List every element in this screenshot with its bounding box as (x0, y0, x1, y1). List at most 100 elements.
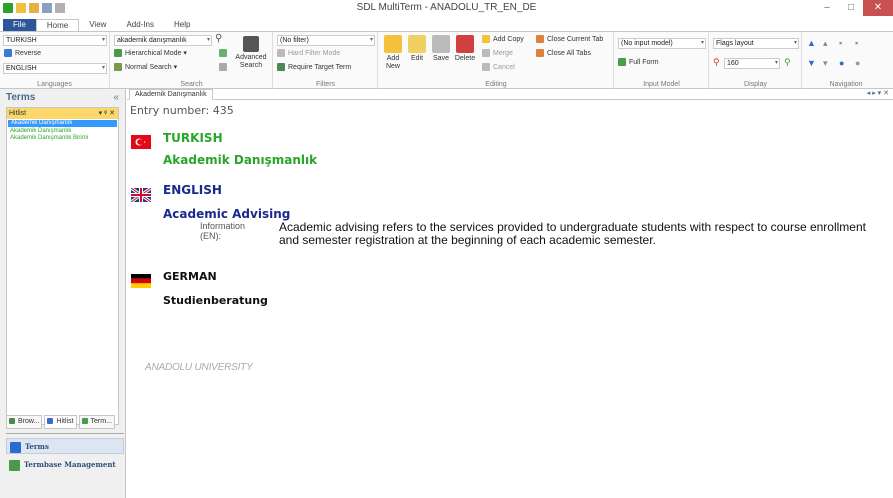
require-icon (277, 63, 285, 72)
nav-terms-label: Terms (25, 442, 49, 451)
hierarchical-mode-label: Hierarchical Mode (125, 50, 182, 57)
delete-label: Delete (454, 55, 476, 62)
title-bar: SDL MultiTerm - ANADOLU_TR_EN_DE – □ ✕ (0, 0, 893, 18)
close-all-tabs-button[interactable]: Close All Tabs (536, 49, 591, 59)
nav-terms[interactable]: Terms (6, 438, 124, 454)
zoom-select[interactable]: 160 ▾ (724, 58, 780, 69)
search-input[interactable]: akademik danışmanlık ▾ (114, 35, 212, 46)
advanced-search-button[interactable]: Advanced Search (233, 36, 269, 70)
back-icon[interactable]: ● (839, 58, 844, 68)
full-form-button[interactable]: Full Form (618, 58, 659, 68)
close-current-tab-button[interactable]: Close Current Tab (536, 35, 603, 45)
cancel-label: Cancel (493, 64, 515, 71)
terms-icon (10, 442, 21, 453)
tab-strip-line (127, 99, 893, 100)
tab-browse[interactable]: Brow... (6, 415, 43, 429)
close-current-label: Close Current Tab (547, 36, 604, 43)
chevron-down-icon: ▾ (774, 60, 778, 66)
search-group: akademik danışmanlık ▾ ⚲ Hierarchical Mod… (111, 32, 273, 89)
target-language-select[interactable]: ENGLISH ▾ (3, 63, 107, 74)
wildcard-icon[interactable] (219, 49, 230, 59)
add-new-label: Add New (385, 55, 400, 70)
term-turkish: Akademik Danışmanlık (163, 153, 318, 167)
chevron-down-icon: ▾ (793, 40, 797, 46)
filter-select[interactable]: (No filter) ▾ (277, 35, 375, 46)
source-language-value: TURKISH (6, 37, 37, 44)
entry-tab[interactable]: Akademik Danışmanlık (129, 89, 213, 100)
merge-button[interactable]: Merge (482, 49, 513, 59)
close-tab-icon (536, 35, 544, 44)
filter-value: (No filter) (280, 37, 309, 44)
window-title: SDL MultiTerm - ANADOLU_TR_EN_DE (356, 2, 537, 13)
zoom-icon: ⚲ (713, 57, 720, 67)
edit-icon (408, 35, 426, 53)
search-group-label: Search (180, 81, 203, 88)
fuzzy-icon[interactable] (219, 63, 230, 73)
hitlist-controls[interactable]: ▾ ᵠ ✕ (99, 108, 115, 119)
close-button[interactable]: ✕ (863, 0, 893, 16)
add-copy-button[interactable]: Add Copy (482, 35, 524, 45)
maximize-button[interactable]: □ (839, 0, 863, 16)
list-item[interactable]: Akademik Danışmanlık Birimi (7, 135, 118, 142)
zoom-value: 160 (727, 60, 739, 67)
tab-navigation[interactable]: ◂ ▸ ▾ ✕ (867, 89, 889, 97)
first-entry-icon[interactable]: ▲ (807, 38, 816, 48)
entry-number: Entry number: 435 (130, 104, 234, 117)
normal-search-button[interactable]: Normal Search ▾ (114, 63, 177, 73)
language-german: GERMAN (163, 270, 217, 283)
previous-entry-icon[interactable]: ▴ (823, 38, 828, 48)
term-german: Studienberatung (163, 294, 268, 307)
layout-value: Flags layout (716, 40, 754, 47)
edit-label: Edit (410, 55, 424, 62)
term-icon (81, 418, 88, 425)
nav-termbase-management[interactable]: Termbase Management (6, 457, 124, 473)
forward-icon[interactable]: ● (855, 58, 860, 68)
collapse-icon[interactable]: « (113, 92, 119, 103)
chevron-down-icon: ▾ (101, 37, 105, 43)
last-entry-icon[interactable]: ▼ (807, 58, 816, 68)
language-turkish: TURKISH (163, 131, 223, 145)
close-all-label: Close All Tabs (547, 50, 591, 57)
chevron-down-icon: ▾ (206, 37, 210, 43)
reverse-button[interactable]: Reverse (4, 49, 41, 59)
require-target-label: Require Target Term (288, 64, 352, 71)
termbase-icon (9, 460, 20, 471)
next-entry-icon[interactable]: ▾ (823, 58, 828, 68)
list-item[interactable]: Akademik Danışmanlık (8, 120, 117, 127)
add-new-button[interactable]: Add New (382, 35, 404, 71)
merge-label: Merge (493, 50, 513, 57)
full-form-label: Full Form (629, 59, 659, 66)
footer-watermark: ANADOLU UNIVERSITY (145, 362, 253, 373)
hierarchical-mode-button[interactable]: Hierarchical Mode ▾ (114, 49, 187, 59)
delete-button[interactable]: Delete (454, 35, 476, 63)
minimize-button[interactable]: – (815, 0, 839, 16)
require-target-term-button[interactable]: Require Target Term (277, 63, 351, 73)
list-item[interactable]: Akademik Danışmanlık (7, 128, 118, 135)
left-panel-tabs: Brow... Hitlist Term... (6, 415, 124, 429)
full-form-icon (618, 58, 626, 67)
advanced-search-label: Advanced Search (235, 54, 267, 69)
tab-hitlist[interactable]: Hitlist (44, 415, 77, 429)
ribbon-tabs: File Home View Add-Ins Help (0, 18, 893, 32)
language-english: ENGLISH (163, 183, 222, 197)
splitter[interactable] (6, 433, 124, 434)
cancel-button[interactable]: Cancel (482, 63, 515, 73)
zoom-in-icon[interactable]: ⚲ (784, 57, 791, 67)
edit-button[interactable]: Edit (406, 35, 428, 63)
sync-icon[interactable]: ▪ (855, 38, 858, 48)
save-button[interactable]: Save (430, 35, 452, 63)
terms-panel-title-text: Terms (6, 92, 36, 103)
navigation-group-label: Navigation (829, 81, 863, 88)
layout-select[interactable]: Flags layout ▾ (713, 38, 799, 49)
languages-group-label: Languages (37, 81, 72, 88)
hard-filter-mode-button[interactable]: Hard Filter Mode (277, 49, 340, 59)
input-model-select[interactable]: (No input model) ▾ (618, 38, 706, 49)
tab-term[interactable]: Term... (78, 415, 115, 429)
target-language-value: ENGLISH (6, 65, 37, 72)
search-icon[interactable]: ⚲ (215, 34, 222, 44)
hitlist-title: Hitlist (9, 110, 27, 117)
bookmark-icon[interactable]: ▪ (839, 38, 842, 48)
source-language-select[interactable]: TURKISH ▾ (3, 35, 107, 46)
reverse-label: Reverse (15, 50, 42, 57)
save-icon (432, 35, 450, 53)
